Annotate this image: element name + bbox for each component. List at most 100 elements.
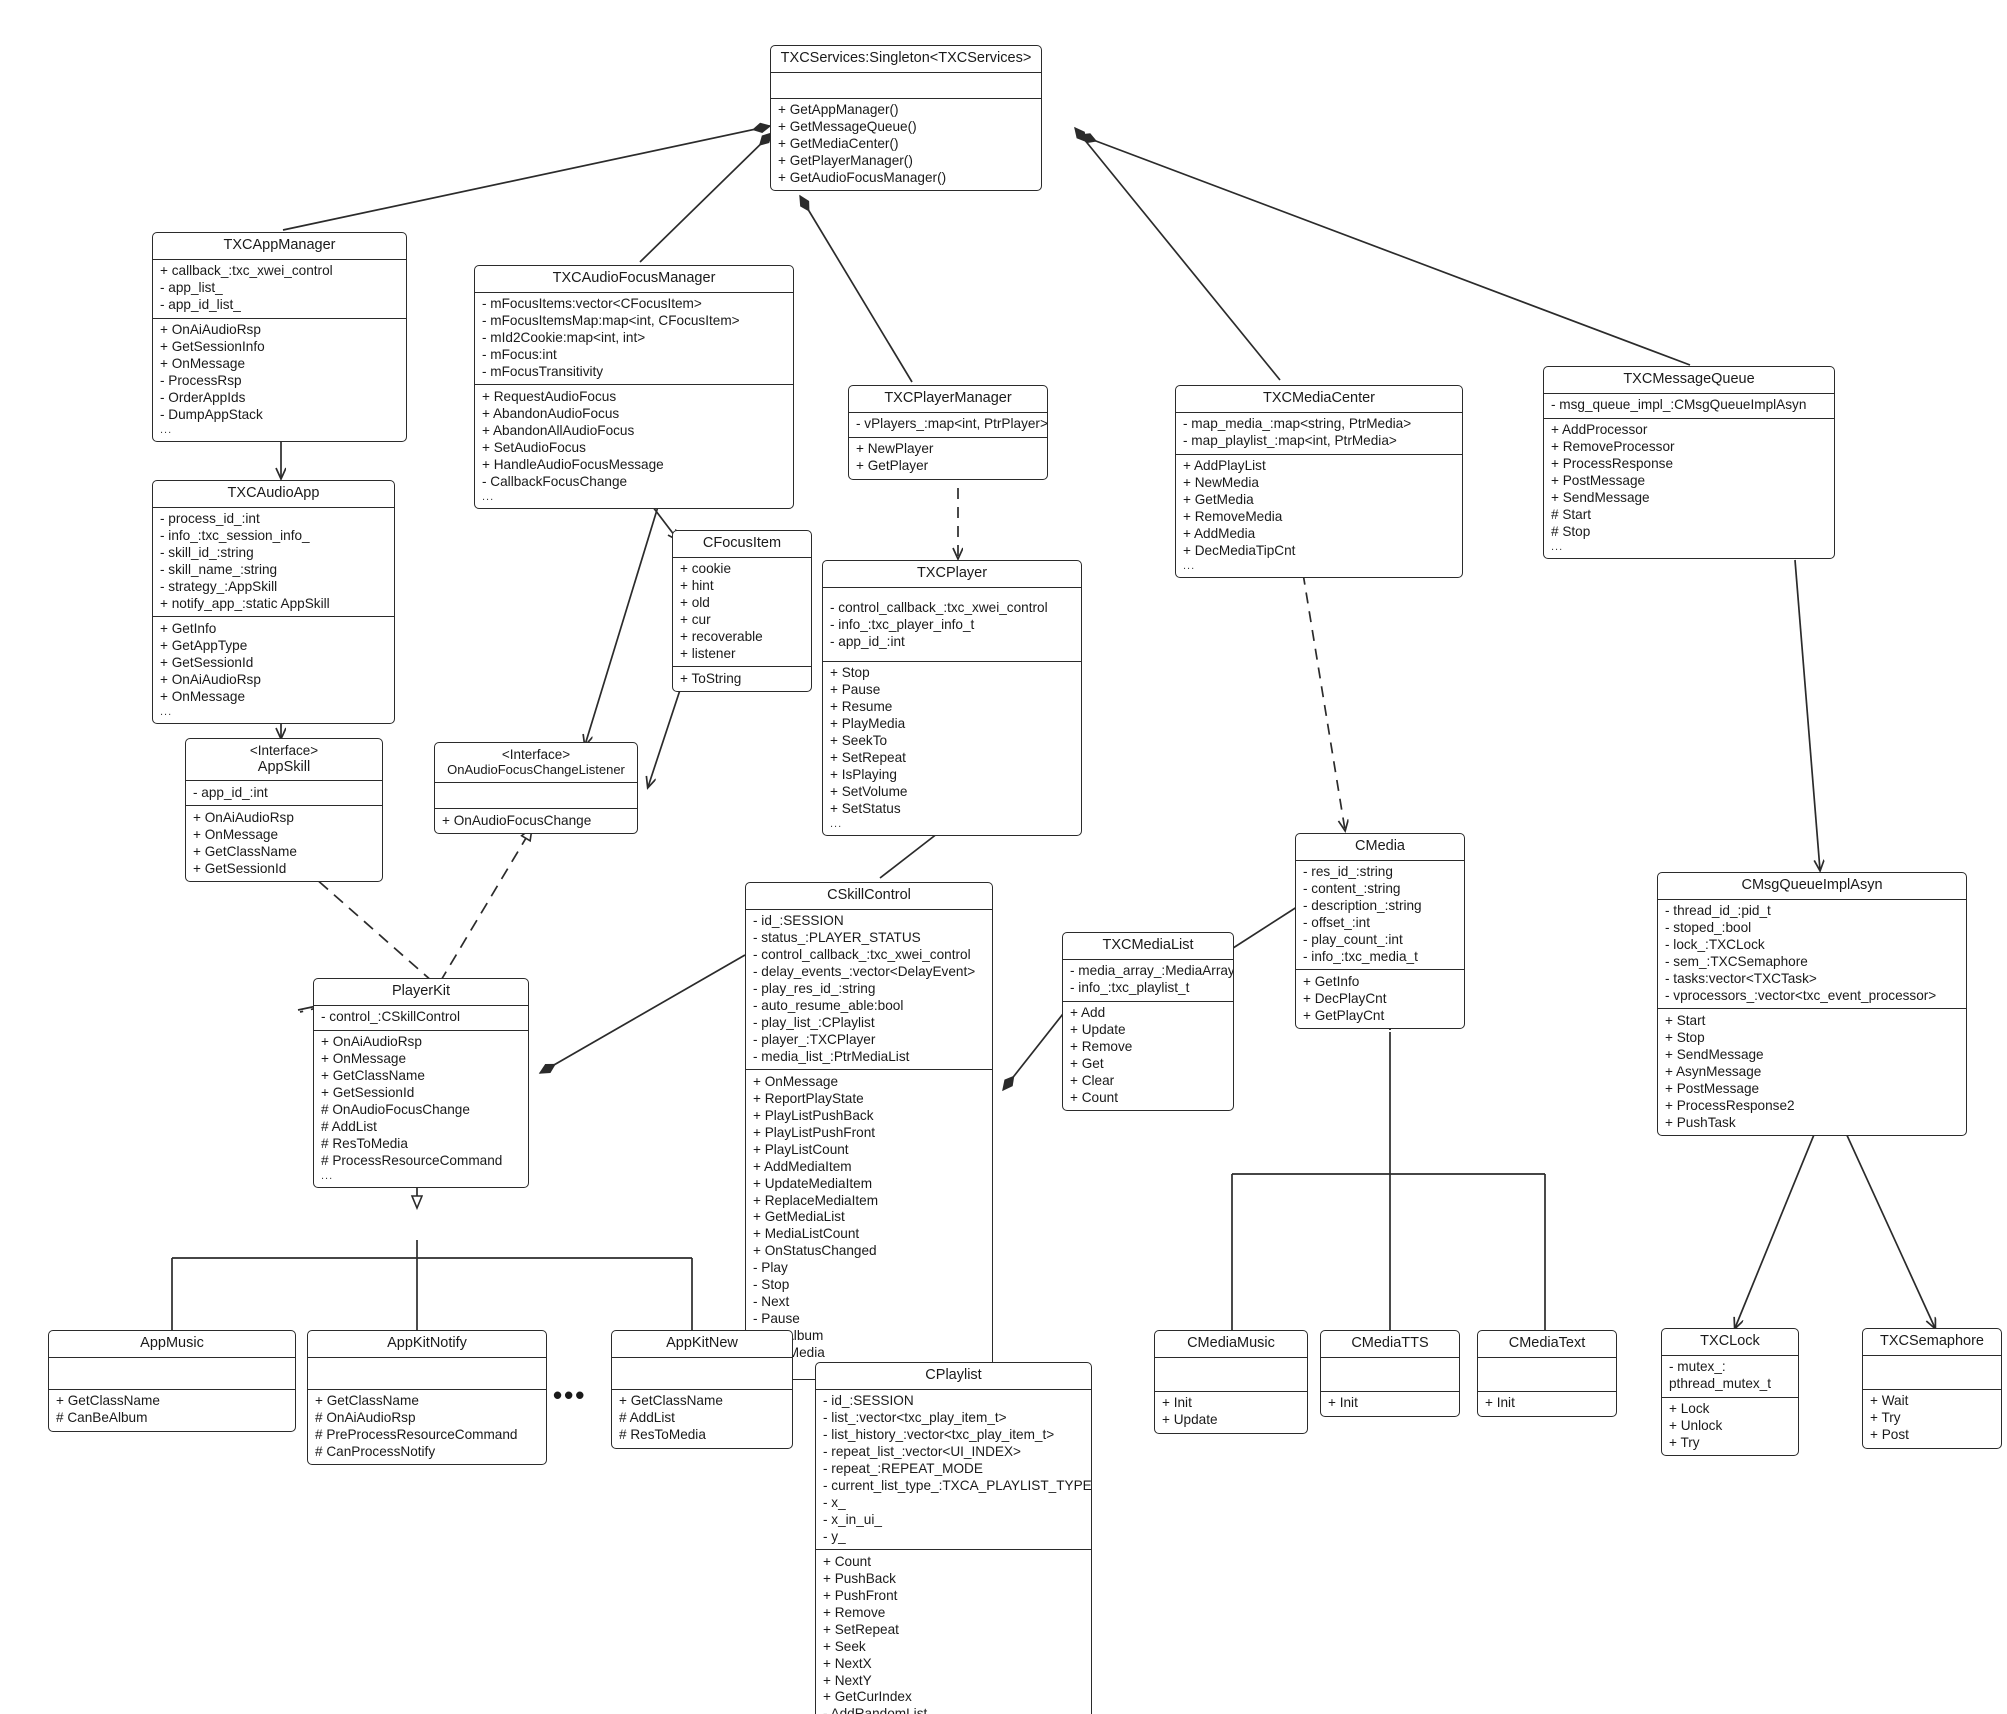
attribute-row: - control_callback_:txc_xwei_control <box>830 600 1048 616</box>
method-row: + Stop <box>1665 1029 1705 1045</box>
class-title: TXCServices:Singleton<TXCServices> <box>780 50 1032 66</box>
method-row: + Post <box>1870 1427 1909 1443</box>
class-box-txcplayermanager[interactable]: TXCPlayerManager - vPlayers_:map<int, Pt… <box>848 385 1048 480</box>
class-box-txcsemaphore[interactable]: TXCSemaphore + Wait + Try + Post <box>1862 1328 2002 1449</box>
class-box-txcaudiofocusmanager[interactable]: TXCAudioFocusManager - mFocusItems:vecto… <box>474 265 794 510</box>
class-title: CMsgQueueImplAsyn <box>1741 877 1883 893</box>
method-row: + OnMessage <box>160 688 246 704</box>
method-row: - Pause <box>753 1311 800 1327</box>
method-row: + ProcessResponse <box>1551 456 1674 472</box>
attributes-section: + callback_:txc_xwei_control - app_list_… <box>153 258 406 318</box>
interface-name: AppSkill <box>257 758 311 775</box>
attribute-row: - vprocessors_:vector<txc_event_processo… <box>1665 988 1937 1004</box>
class-box-txcmediacenter[interactable]: TXCMediaCenter - map_media_:map<string, … <box>1175 385 1463 579</box>
class-box-txcservices[interactable]: TXCServices:Singleton<TXCServices> + Get… <box>770 45 1042 192</box>
attribute-row: + recoverable <box>680 629 763 645</box>
method-row-ellipsis: ... <box>482 490 495 503</box>
method-row: + Wait <box>1870 1393 1909 1409</box>
interface-box-appskill[interactable]: <Interface> AppSkill - app_id_:int + OnA… <box>185 738 383 882</box>
class-title: PlayerKit <box>391 983 451 999</box>
class-box-txclock[interactable]: TXCLock - mutex_: pthread_mutex_t + Lock… <box>1661 1328 1799 1457</box>
method-row: + UpdateMediaItem <box>753 1175 873 1191</box>
method-row-ellipsis: ... <box>1183 559 1196 572</box>
method-row: + RemoveProcessor <box>1551 439 1675 455</box>
class-title: CMediaText <box>1508 1335 1586 1351</box>
attribute-row: - play_count_:int <box>1303 932 1403 948</box>
attribute-row: + cur <box>680 612 711 628</box>
class-box-cmediatext[interactable]: CMediaText + Init <box>1477 1330 1617 1417</box>
attribute-row: + notify_app_:static AppSkill <box>160 596 330 612</box>
method-row: + Get <box>1070 1056 1104 1072</box>
class-box-txcplayer[interactable]: TXCPlayer - control_callback_:txc_xwei_c… <box>822 560 1082 837</box>
methods-section: + GetInfo + DecPlayCnt + GetPlayCnt <box>1296 969 1464 1028</box>
class-box-cfocusitem[interactable]: CFocusItem + cookie + hint + old + cur +… <box>672 530 812 693</box>
class-box-appkitnew[interactable]: AppKitNew + GetClassName # AddList # Res… <box>611 1330 793 1449</box>
methods-section: + GetAppManager() + GetMessageQueue() + … <box>771 97 1041 191</box>
method-row: # ResToMedia <box>321 1135 408 1151</box>
attribute-row: - app_id_list_ <box>160 297 241 313</box>
methods-section: + AddPlayList + NewMedia + GetMedia + Re… <box>1176 453 1462 578</box>
attribute-row: - mFocusTransitivity <box>482 364 604 380</box>
methods-section: + GetInfo + GetAppType + GetSessionId + … <box>153 616 394 723</box>
attribute-row: - mFocusItems:vector<CFocusItem> <box>482 296 702 312</box>
methods-section: + Add + Update + Remove + Get + Clear + … <box>1063 1000 1233 1111</box>
attribute-row: - res_id_:string <box>1303 864 1393 880</box>
method-row: + DecMediaTipCnt <box>1183 542 1296 558</box>
attributes-section <box>308 1356 546 1389</box>
attributes-section: - control_callback_:txc_xwei_control - i… <box>823 586 1081 661</box>
class-box-playerkit[interactable]: PlayerKit - control_:CSkillControl + OnA… <box>313 978 529 1189</box>
attributes-section: - control_:CSkillControl <box>314 1004 528 1030</box>
attribute-row: - map_media_:map<string, PtrMedia> <box>1183 416 1412 432</box>
class-box-txcappmanager[interactable]: TXCAppManager + callback_:txc_xwei_contr… <box>152 232 407 443</box>
method-row: + GetInfo <box>1303 973 1360 989</box>
attributes-section: - vPlayers_:map<int, PtrPlayer> <box>849 411 1047 437</box>
attribute-row: - offset_:int <box>1303 915 1370 931</box>
attribute-row: + listener <box>680 646 736 662</box>
class-title: CPlaylist <box>925 1367 982 1383</box>
method-row: + SendMessage <box>1665 1046 1764 1062</box>
attribute-row: - mFocus:int <box>482 347 557 363</box>
methods-section: + Wait + Try + Post <box>1863 1388 2001 1448</box>
class-title: TXCMediaCenter <box>1262 390 1375 406</box>
method-row: + Pause <box>830 682 881 698</box>
class-box-txcaudioapp[interactable]: TXCAudioApp - process_id_:int - info_:tx… <box>152 480 395 725</box>
attributes-section <box>435 782 637 808</box>
class-box-txcmessagequeue[interactable]: TXCMessageQueue - msg_queue_impl_:CMsgQu… <box>1543 366 1835 560</box>
interface-box-onaudiofocuschangelistener[interactable]: <Interface> OnAudioFocusChangeListener +… <box>434 742 638 835</box>
methods-section: + Init + Update <box>1155 1390 1307 1433</box>
class-box-cmediamusic[interactable]: CMediaMusic + Init + Update <box>1154 1330 1308 1434</box>
method-row: + GetInfo <box>160 620 217 636</box>
interface-name: OnAudioFocusChangeListener <box>447 761 625 777</box>
method-row: + Resume <box>830 699 893 715</box>
method-row: + HandleAudioFocusMessage <box>482 456 664 472</box>
attribute-row: - auto_resume_able:bool <box>753 998 904 1014</box>
class-box-txcmedialist[interactable]: TXCMediaList - media_array_:MediaArray -… <box>1062 932 1234 1112</box>
method-row: # CanBeAlbum <box>56 1410 148 1426</box>
method-row: + RequestAudioFocus <box>482 389 617 405</box>
class-box-appmusic[interactable]: AppMusic + GetClassName # CanBeAlbum <box>48 1330 296 1432</box>
method-row: # ProcessResourceCommand <box>321 1152 503 1168</box>
attributes-section <box>1155 1356 1307 1391</box>
method-row: + GetClassName <box>315 1393 419 1409</box>
class-box-cmsgqueueimplasyn[interactable]: CMsgQueueImplAsyn - thread_id_:pid_t - s… <box>1657 872 1967 1137</box>
method-row: - Next <box>753 1294 790 1310</box>
method-row: # CanProcessNotify <box>315 1444 436 1460</box>
method-row: + SetStatus <box>830 800 901 816</box>
method-row: + Remove <box>823 1604 886 1620</box>
class-box-cmediatts[interactable]: CMediaTTS + Init <box>1320 1330 1460 1417</box>
method-row: + PlayListPushFront <box>753 1124 876 1140</box>
method-row: # ResToMedia <box>619 1427 706 1443</box>
method-row: + SetRepeat <box>823 1621 899 1637</box>
class-box-appkitnotify[interactable]: AppKitNotify + GetClassName # OnAiAudioR… <box>307 1330 547 1466</box>
method-row: + PushBack <box>823 1570 896 1586</box>
attribute-row: - content_:string <box>1303 881 1401 897</box>
class-box-cplaylist[interactable]: CPlaylist - id_:SESSION - list_:vector<t… <box>815 1362 1092 1714</box>
attribute-row: - id_:SESSION <box>823 1393 914 1409</box>
method-row: # AddList <box>321 1118 377 1134</box>
methods-section: + AddProcessor + RemoveProcessor + Proce… <box>1544 417 1834 559</box>
method-row: + NewPlayer <box>856 441 934 457</box>
method-row: + PushFront <box>823 1587 898 1603</box>
class-box-cskillcontrol[interactable]: CSkillControl - id_:SESSION - status_:PL… <box>745 882 993 1381</box>
method-row: + GetAppType <box>160 637 248 653</box>
class-box-cmedia[interactable]: CMedia - res_id_:string - content_:strin… <box>1295 833 1465 1030</box>
